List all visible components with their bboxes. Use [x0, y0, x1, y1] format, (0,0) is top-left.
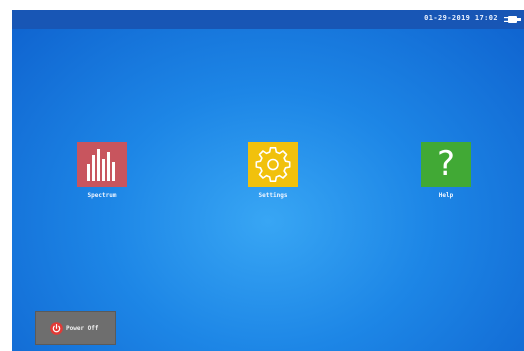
- spectrum-bars-icon: [87, 149, 115, 181]
- power-off-button[interactable]: Power Off: [35, 311, 116, 345]
- question-mark-icon: ?: [436, 144, 456, 184]
- app-label-settings: Settings: [258, 192, 288, 199]
- gear-icon: [255, 146, 291, 182]
- app-settings[interactable]: Settings: [233, 142, 313, 199]
- power-icon: [50, 322, 63, 335]
- app-label-spectrum: Spectrum: [87, 192, 117, 199]
- power-off-label: Power Off: [66, 325, 99, 332]
- help-tile[interactable]: ?: [421, 142, 471, 187]
- home-screen: 01-29-2019 17:02 Spectrum Settings ? Hel…: [12, 10, 524, 351]
- spectrum-tile[interactable]: [77, 142, 127, 187]
- settings-tile[interactable]: [248, 142, 298, 187]
- status-datetime: 01-29-2019 17:02: [424, 14, 498, 22]
- app-label-help: Help: [438, 192, 454, 199]
- app-help[interactable]: ? Help: [406, 142, 486, 199]
- app-spectrum[interactable]: Spectrum: [62, 142, 142, 199]
- status-bar: 01-29-2019 17:02: [12, 10, 524, 29]
- power-plug-icon: [504, 16, 521, 23]
